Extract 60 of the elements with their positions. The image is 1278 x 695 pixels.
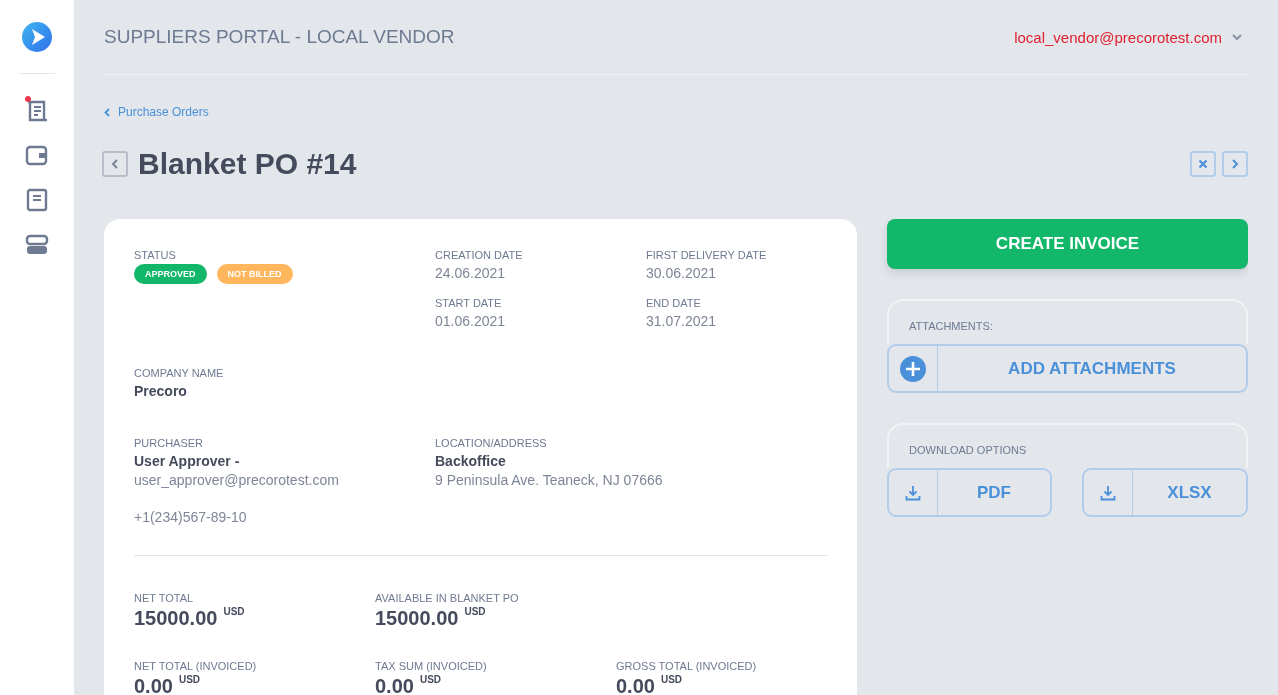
chevron-right-icon <box>1231 159 1239 169</box>
field-label: END DATE <box>646 297 702 309</box>
wallet-icon <box>25 143 49 167</box>
currency-label: USD <box>660 675 683 685</box>
field-label: FIRST DELIVERY DATE <box>646 249 768 261</box>
field-label: NET TOTAL <box>134 592 195 604</box>
download-button[interactable]: XLSX <box>1082 468 1248 517</box>
purchaser-name: User Approver - <box>134 452 241 471</box>
field-label: STATUS <box>134 249 177 261</box>
date-value: 31.07.2021 <box>646 312 718 331</box>
field-label: COMPANY NAME <box>134 367 225 379</box>
section-label: DOWNLOAD OPTIONS <box>909 444 1027 456</box>
company-name: Precoro <box>134 382 188 401</box>
download-icon <box>905 484 921 501</box>
field-label: AVAILABLE IN BLANKET PO <box>375 592 520 604</box>
location-address: 9 Peninsula Ave. Teaneck, NJ 07666 <box>435 471 664 490</box>
chevron-left-icon <box>104 107 110 117</box>
status-badge: NOT BILLED <box>216 264 293 284</box>
amount-value: 0.00 <box>134 675 173 695</box>
date-value: 30.06.2021 <box>646 264 718 283</box>
field-label: START DATE <box>435 297 503 309</box>
create-invoice-button[interactable]: CREATE INVOICE <box>887 219 1248 269</box>
portal-title: SUPPLIERS PORTAL - LOCAL VENDOR <box>104 26 455 48</box>
page-title: Blanket PO #14 <box>138 147 357 181</box>
currency-label: USD <box>178 675 201 685</box>
field-label: CREATION DATE <box>435 249 524 261</box>
currency-label: USD <box>223 607 245 617</box>
download-icon <box>1100 484 1116 501</box>
next-button[interactable] <box>1222 151 1248 177</box>
amount-value: 0.00 <box>616 675 655 695</box>
previous-button[interactable] <box>102 151 128 177</box>
close-icon <box>1198 159 1208 169</box>
location-name: Backoffice <box>435 452 507 471</box>
field-label: LOCATION/ADDRESS <box>435 437 548 449</box>
section-label: ATTACHMENTS: <box>909 320 993 332</box>
document-icon <box>25 188 49 212</box>
field-label: TAX SUM (INVOICED) <box>375 660 488 672</box>
breadcrumb-link[interactable]: Purchase Orders <box>104 105 1248 119</box>
download-button[interactable]: PDF <box>887 468 1052 517</box>
date-value: 01.06.2021 <box>435 312 507 331</box>
close-button[interactable] <box>1190 151 1216 177</box>
field-label: NET TOTAL (INVOICED) <box>134 660 258 672</box>
plus-icon <box>900 355 926 382</box>
field-label: GROSS TOTAL (INVOICED) <box>616 660 758 672</box>
logo-icon <box>22 22 52 52</box>
amount-value: 15000.00 <box>375 607 459 630</box>
amount-value: 15000.00 <box>134 607 218 630</box>
purchaser-email: user_approver@precorotest.com <box>134 471 340 490</box>
chevron-down-icon <box>1232 33 1242 41</box>
purchaser-phone: +1(234)567-89-10 <box>134 508 248 527</box>
amount-value: 0.00 <box>375 675 414 695</box>
server-icon <box>25 233 49 257</box>
chevron-left-icon <box>111 159 119 169</box>
user-menu[interactable]: local_vendor@precorotest.com <box>1014 28 1248 46</box>
date-value: 24.06.2021 <box>435 264 507 283</box>
currency-label: USD <box>419 675 442 685</box>
status-badge: APPROVED <box>134 264 207 284</box>
field-label: PURCHASER <box>134 437 205 449</box>
add-attachments-button[interactable]: ADD ATTACHMENTS <box>887 344 1248 393</box>
currency-label: USD <box>464 607 486 617</box>
